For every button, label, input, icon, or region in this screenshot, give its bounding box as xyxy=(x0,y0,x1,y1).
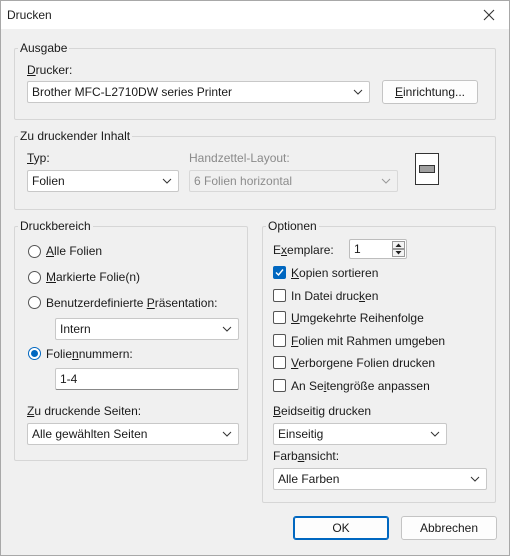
custom-show-select[interactable]: Intern xyxy=(55,318,239,340)
hidden-slides-label[interactable]: Verborgene Folien drucken xyxy=(291,356,435,370)
radio-custom-show-label[interactable]: Benutzerdefinierte Präsentation: xyxy=(46,296,217,310)
frame-slides-label[interactable]: Folien mit Rahmen umgeben xyxy=(291,334,445,348)
output-group-label: Ausgabe xyxy=(18,41,70,55)
print-to-file-label[interactable]: In Datei drucken xyxy=(291,289,378,303)
type-label: Typ: xyxy=(27,151,50,165)
print-to-file-checkbox[interactable] xyxy=(273,289,286,302)
print-range-group-label: Druckbereich xyxy=(18,219,93,233)
cancel-button[interactable]: Abbrechen xyxy=(401,516,497,540)
chevron-down-icon xyxy=(430,431,440,437)
ok-button[interactable]: OK xyxy=(293,516,389,540)
collate-checkbox[interactable] xyxy=(273,266,286,279)
radio-selected-slides[interactable] xyxy=(28,271,41,284)
fit-to-page-label[interactable]: An Seitengröße anpassen xyxy=(291,379,430,393)
handout-layout-select[interactable]: 6 Folien horizontal xyxy=(189,170,398,192)
frame-slides-checkbox[interactable] xyxy=(273,334,286,347)
copies-label: Exemplare: xyxy=(273,243,334,257)
pages-select-value: Alle gewählten Seiten xyxy=(32,427,148,441)
layout-preview-icon xyxy=(415,153,439,185)
handout-layout-value: 6 Folien horizontal xyxy=(194,174,293,188)
options-group-label: Optionen xyxy=(266,219,319,233)
chevron-down-icon xyxy=(353,89,363,95)
radio-custom-show[interactable] xyxy=(28,296,41,309)
handout-layout-label: Handzettel-Layout: xyxy=(189,151,290,165)
pages-select[interactable]: Alle gewählten Seiten xyxy=(27,423,239,445)
printer-select-value: Brother MFC-L2710DW series Printer xyxy=(32,85,233,99)
slide-numbers-input[interactable]: 1-4 xyxy=(55,368,239,390)
checkmark-icon xyxy=(275,269,284,277)
spinner-arrows-icon[interactable] xyxy=(392,241,405,257)
copies-value: 1 xyxy=(354,242,361,256)
radio-all-slides[interactable] xyxy=(28,245,41,258)
content-group-label: Zu druckender Inhalt xyxy=(18,129,133,143)
close-button[interactable] xyxy=(469,1,509,29)
chevron-down-icon xyxy=(162,178,172,184)
fit-to-page-checkbox[interactable] xyxy=(273,379,286,392)
type-select-value: Folien xyxy=(32,174,65,188)
setup-button[interactable]: Einrichtung... xyxy=(382,80,478,104)
hidden-slides-checkbox[interactable] xyxy=(273,356,286,369)
color-view-select[interactable]: Alle Farben xyxy=(273,468,487,490)
chevron-down-icon xyxy=(470,476,480,482)
radio-all-slides-label[interactable]: Alle Folien xyxy=(46,244,102,258)
color-view-value: Alle Farben xyxy=(278,472,340,486)
reverse-order-label[interactable]: Umgekehrte Reihenfolge xyxy=(291,311,424,325)
window-title: Drucken xyxy=(7,8,52,22)
color-view-label: Farbansicht: xyxy=(273,449,340,463)
close-icon xyxy=(483,9,495,21)
chevron-down-icon xyxy=(381,178,391,184)
print-dialog: Drucken Ausgabe Drucker: Brother MFC-L27… xyxy=(0,0,510,556)
radio-selected-slides-label[interactable]: Markierte Folie(n) xyxy=(46,270,140,284)
chevron-down-icon xyxy=(222,326,232,332)
duplex-select[interactable]: Einseitig xyxy=(273,423,447,445)
printer-select[interactable]: Brother MFC-L2710DW series Printer xyxy=(27,81,370,103)
chevron-down-icon xyxy=(222,431,232,437)
duplex-select-value: Einseitig xyxy=(278,427,324,441)
reverse-order-checkbox[interactable] xyxy=(273,311,286,324)
title-bar: Drucken xyxy=(1,1,509,29)
duplex-label: Beidseitig drucken xyxy=(273,404,372,418)
custom-show-value: Intern xyxy=(60,322,91,336)
radio-slide-numbers-label[interactable]: Foliennummern: xyxy=(46,347,133,361)
type-select[interactable]: Folien xyxy=(27,170,179,192)
pages-label: Zu druckende Seiten: xyxy=(27,404,142,418)
radio-slide-numbers[interactable] xyxy=(28,347,41,360)
collate-label[interactable]: Kopien sortieren xyxy=(291,266,378,280)
printer-label: Drucker: xyxy=(27,63,73,77)
copies-stepper[interactable]: 1 xyxy=(349,239,407,259)
